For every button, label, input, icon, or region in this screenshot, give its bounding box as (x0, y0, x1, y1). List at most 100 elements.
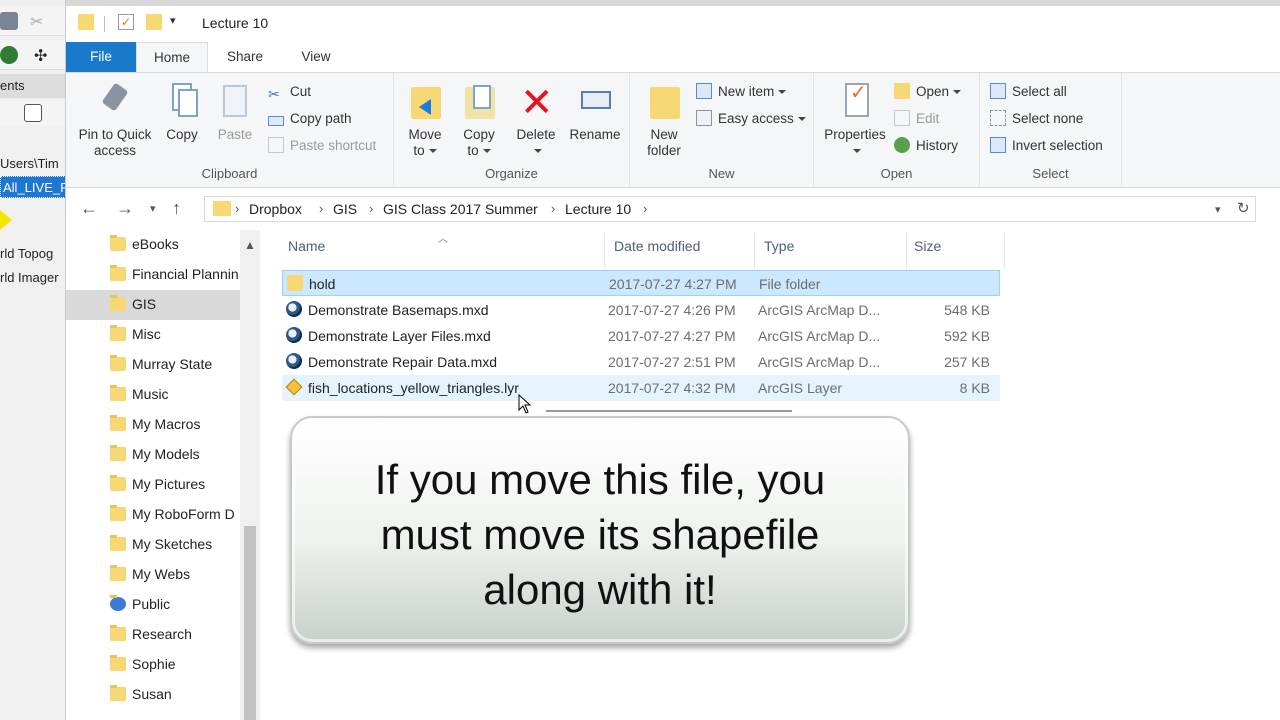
breadcrumb-chevron-icon[interactable]: › (643, 201, 647, 216)
edit-button[interactable]: Edit (894, 108, 939, 130)
breadcrumb-chevron-icon[interactable]: › (369, 201, 373, 216)
paste-shortcut-button[interactable]: Paste shortcut (268, 135, 376, 157)
nav-item[interactable]: Sophie (66, 650, 240, 680)
address-bar[interactable]: › Dropbox › GIS › GIS Class 2017 Summer … (204, 196, 1256, 222)
toolbar-separator (104, 16, 105, 32)
file-size: 257 KB (944, 354, 990, 370)
copy-path-button[interactable]: Copy path (268, 108, 352, 130)
background-layer-item[interactable]: rld Imager (0, 268, 65, 288)
print-icon[interactable] (0, 12, 18, 30)
nav-item[interactable]: My RoboForm D (66, 500, 240, 530)
move-to-button[interactable]: Move to (402, 81, 448, 159)
column-header-type[interactable]: Type (764, 238, 794, 254)
up-arrow-icon[interactable]: ↑ (172, 198, 181, 219)
scissors-icon[interactable]: ✂ (30, 12, 48, 31)
pin-label-line2: access (93, 143, 137, 158)
nav-item[interactable]: Research (66, 620, 240, 650)
tab-home[interactable]: Home (136, 42, 208, 73)
pin-to-quick-access-button[interactable]: Pin to Quick access (74, 81, 156, 159)
address-history-chevron-icon[interactable]: ▾ (1215, 203, 1221, 216)
breadcrumb-chevron-icon[interactable]: › (235, 201, 239, 216)
back-arrow-icon[interactable]: ← (80, 198, 98, 219)
column-header-date[interactable]: Date modified (614, 238, 700, 254)
scroll-up-icon[interactable]: ▲ (244, 238, 256, 252)
open-button[interactable]: Open (894, 81, 962, 103)
column-header-size[interactable]: Size (914, 238, 941, 254)
history-button[interactable]: History (894, 135, 958, 157)
nav-item[interactable]: GIS (66, 290, 240, 320)
cut-button[interactable]: ✂ Cut (268, 81, 311, 103)
nav-item[interactable]: eBooks (66, 230, 240, 260)
scrollbar-thumb[interactable] (244, 526, 256, 720)
file-row[interactable]: fish_locations_yellow_triangles.lyr 2017… (282, 375, 1000, 401)
copy-to-label-line2: to (467, 143, 479, 158)
nav-item[interactable]: Music (66, 380, 240, 410)
paste-button[interactable]: Paste (212, 81, 258, 143)
edit-label: Edit (916, 111, 940, 126)
file-row[interactable]: Demonstrate Repair Data.mxd 2017-07-27 2… (282, 349, 1000, 375)
nav-item[interactable]: Susan (66, 680, 240, 710)
easy-access-button[interactable]: Easy access (696, 108, 806, 130)
tab-file[interactable]: File (66, 42, 136, 72)
tab-share[interactable]: Share (214, 42, 276, 72)
breadcrumb-gis-class[interactable]: GIS Class 2017 Summer (383, 201, 538, 217)
new-folder-quick-icon[interactable] (146, 14, 162, 30)
file-row[interactable]: hold 2017-07-27 4:27 PM File folder (282, 270, 1000, 296)
file-row[interactable]: Demonstrate Basemaps.mxd 2017-07-27 4:26… (282, 297, 1000, 323)
column-divider[interactable] (906, 234, 907, 268)
file-row[interactable]: Demonstrate Layer Files.mxd 2017-07-27 4… (282, 323, 1000, 349)
breadcrumb-chevron-icon[interactable]: › (319, 201, 323, 216)
invert-selection-button[interactable]: Invert selection (990, 135, 1103, 157)
lyr-icon (285, 378, 303, 396)
properties-check-icon[interactable]: ✓ (118, 14, 134, 30)
file-type: File folder (759, 276, 821, 292)
toc-icon[interactable] (24, 104, 42, 122)
new-item-button[interactable]: New item (696, 81, 787, 103)
breadcrumb-gis[interactable]: GIS (333, 201, 357, 217)
rename-label: Rename (569, 127, 621, 142)
file-name: Demonstrate Basemaps.mxd (308, 302, 489, 318)
delete-button[interactable]: ✕ Delete (512, 81, 560, 159)
paste-shortcut-label: Paste shortcut (290, 138, 377, 153)
copy-to-button[interactable]: Copy to (456, 81, 502, 159)
new-folder-button[interactable]: New folder (638, 81, 690, 159)
properties-caret-wrap (820, 143, 890, 159)
folder-icon (110, 655, 126, 671)
full-extent-icon[interactable]: ✣ (34, 46, 52, 65)
background-selected-layer[interactable]: All_LIVE_F (0, 176, 65, 198)
globe-icon[interactable] (0, 46, 18, 64)
column-header-name[interactable]: Name (288, 238, 325, 254)
move-to-label-line2: to (413, 143, 425, 158)
nav-item[interactable]: My Webs (66, 560, 240, 590)
invert-selection-label: Invert selection (1012, 138, 1103, 153)
breadcrumb-lecture-10[interactable]: Lecture 10 (565, 201, 631, 217)
recent-locations-chevron-icon[interactable]: ▾ (150, 202, 156, 215)
tab-view[interactable]: View (288, 42, 344, 72)
nav-item[interactable]: Misc (66, 320, 240, 350)
column-divider[interactable] (754, 234, 755, 268)
select-all-button[interactable]: Select all (990, 81, 1067, 103)
breadcrumb-chevron-icon[interactable]: › (551, 201, 555, 216)
background-layer-item[interactable]: rld Topog (0, 244, 65, 264)
rename-button[interactable]: Rename (564, 81, 626, 143)
nav-item[interactable]: My Sketches (66, 530, 240, 560)
navigation-pane-scrollbar[interactable]: ▲ (240, 230, 260, 720)
nav-item[interactable]: Public (66, 590, 240, 620)
column-divider[interactable] (1004, 234, 1005, 268)
select-all-label: Select all (1012, 84, 1067, 99)
nav-item[interactable]: My Pictures (66, 470, 240, 500)
nav-item[interactable]: Murray State (66, 350, 240, 380)
select-none-button[interactable]: Select none (990, 108, 1083, 130)
nav-item[interactable]: Financial Plannin (66, 260, 240, 290)
forward-arrow-icon[interactable]: → (116, 198, 134, 219)
invert-selection-icon (990, 137, 1006, 153)
copy-button[interactable]: Copy (160, 81, 204, 143)
clipboard-group: Pin to Quick access Copy Paste ✂ Cut Copy… (66, 73, 394, 187)
column-divider[interactable] (604, 234, 605, 268)
nav-item[interactable]: My Macros (66, 410, 240, 440)
properties-button[interactable]: Properties (820, 81, 890, 159)
customize-quick-access-icon[interactable]: ▾ (170, 14, 190, 34)
breadcrumb-dropbox[interactable]: Dropbox (249, 201, 302, 217)
nav-item[interactable]: My Models (66, 440, 240, 470)
refresh-icon[interactable]: ↻ (1237, 199, 1250, 217)
